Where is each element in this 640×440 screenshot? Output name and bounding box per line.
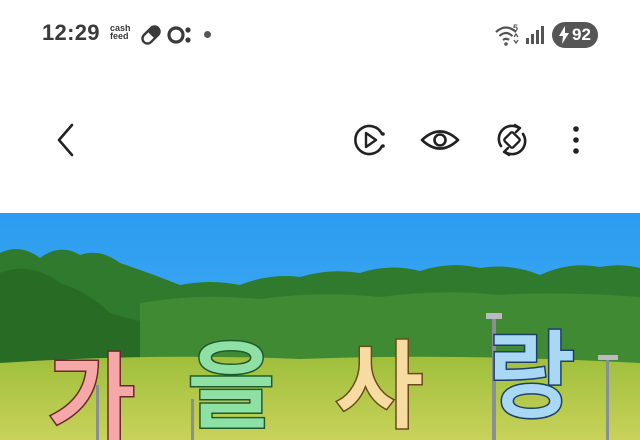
view-button[interactable]	[418, 118, 462, 162]
charging-bolt-icon	[559, 26, 569, 44]
play-circle-icon	[354, 124, 385, 156]
notification-dot-icon	[204, 31, 211, 38]
battery-level: 92	[572, 25, 591, 44]
back-button[interactable]	[44, 118, 88, 162]
title-char-2: 을	[188, 333, 274, 440]
title-char-4: 랑	[488, 323, 574, 432]
battery-indicator: 92	[552, 22, 598, 48]
chevron-left-icon	[57, 123, 74, 157]
pill-icon	[141, 25, 161, 45]
status-time: 12:29	[42, 20, 100, 45]
status-bar: 12:29 cash feed 5 92	[0, 0, 640, 70]
record-icon	[167, 26, 191, 44]
more-options-button[interactable]	[554, 118, 598, 162]
rotate-icon	[497, 123, 527, 157]
wifi-icon: 5	[495, 23, 519, 46]
signal-icon	[526, 26, 544, 44]
rotate-button[interactable]	[490, 118, 534, 162]
media-image[interactable]: 가 을 사 랑	[0, 213, 640, 440]
title-char-1: 가	[48, 345, 134, 440]
landscape-photo: 가 을 사 랑	[0, 213, 640, 440]
cashfeed-line2: feed	[110, 31, 129, 41]
eye-icon	[420, 130, 460, 150]
title-char-3: 사	[336, 333, 422, 440]
cashfeed-notification-icon: cash feed	[110, 24, 131, 41]
viewer-toolbar	[0, 100, 640, 182]
wifi-badge: 5	[513, 23, 518, 33]
more-vertical-icon	[573, 126, 579, 154]
play-slideshow-button[interactable]	[348, 118, 392, 162]
